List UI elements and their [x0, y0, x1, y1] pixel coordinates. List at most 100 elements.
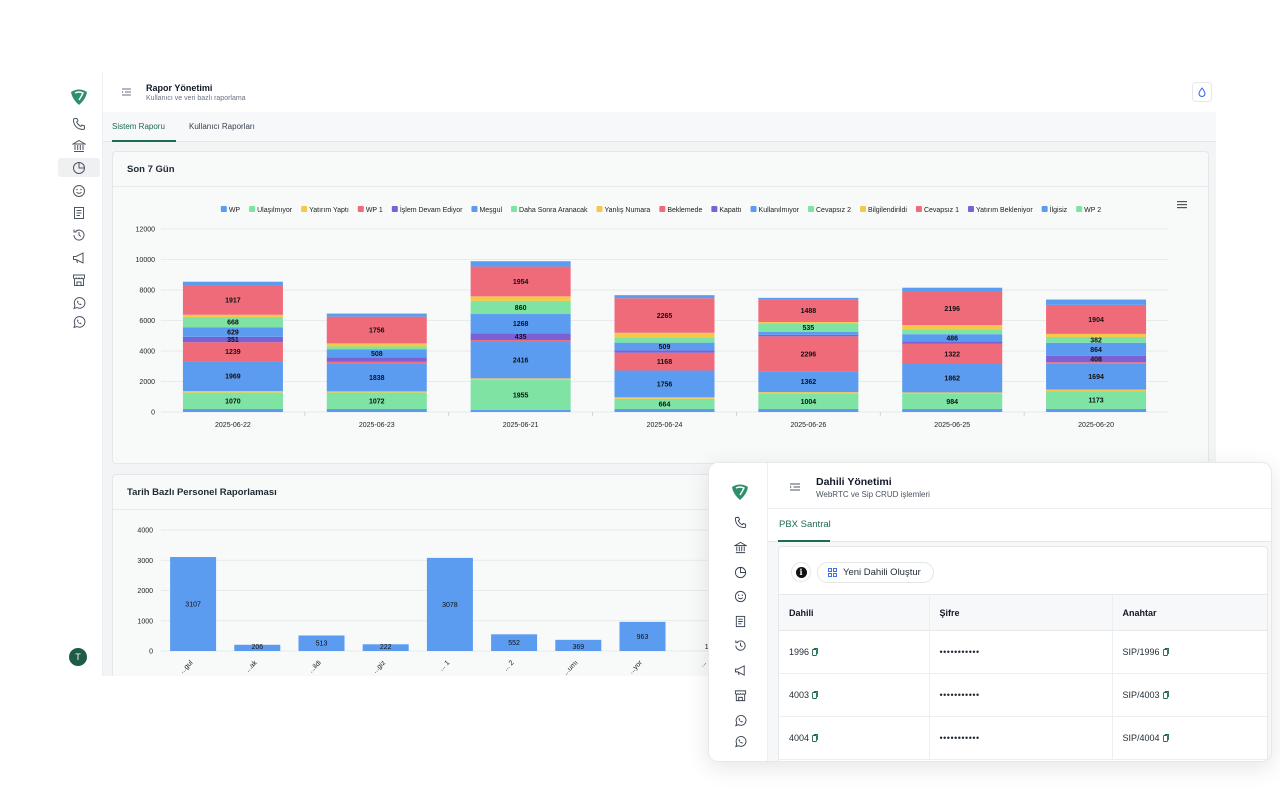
- copy-icon[interactable]: [812, 648, 818, 656]
- copy-icon[interactable]: [1162, 648, 1169, 656]
- bar-stack-2025-06-21[interactable]: 1955 2416 435 1268 860 1954: [470, 261, 571, 412]
- megaphone-icon[interactable]: [734, 664, 747, 677]
- bar-segment[interactable]: [902, 287, 1003, 292]
- table-row[interactable]: 4004 ••••••••••• SIP/4004: [779, 716, 1267, 760]
- whatsapp-icon[interactable]: [734, 735, 747, 748]
- bar-segment[interactable]: [326, 313, 427, 317]
- tab-pbx-santral[interactable]: PBX Santral: [779, 519, 831, 530]
- logo-icon[interactable]: [730, 483, 750, 501]
- copy-icon[interactable]: [812, 691, 818, 699]
- legend-item[interactable]: Ulaşılmıyor: [249, 206, 293, 214]
- bar-segment[interactable]: [326, 361, 427, 364]
- bar[interactable]: 3078: [426, 557, 473, 651]
- legend-item[interactable]: Cevapsız 2: [808, 206, 851, 214]
- table-row[interactable]: 1996 ••••••••••• SIP/1996: [779, 630, 1267, 674]
- bar[interactable]: 222: [362, 644, 409, 651]
- legend-item[interactable]: Yanlış Numara: [596, 206, 651, 214]
- legend-item[interactable]: Kapattı: [711, 206, 742, 214]
- copy-icon[interactable]: [1162, 691, 1169, 699]
- bar-segment[interactable]: [1046, 408, 1147, 412]
- whatsapp-icon[interactable]: [734, 714, 747, 727]
- bar-segment[interactable]: [614, 397, 715, 399]
- bar-segment[interactable]: [614, 337, 715, 343]
- bar-stack-2025-06-26[interactable]: 1004 1362 2296 535 1488: [758, 297, 859, 412]
- bar-segment[interactable]: [902, 329, 1003, 335]
- history-icon[interactable]: [72, 228, 86, 242]
- bar-stack-2025-06-25[interactable]: 984 1862 1322 486 2196: [902, 287, 1003, 412]
- bar-segment[interactable]: [614, 408, 715, 412]
- avatar[interactable]: T: [69, 648, 87, 666]
- bar-segment[interactable]: [902, 325, 1003, 330]
- table-row[interactable]: 4003 ••••••••••• SIP/4003: [779, 673, 1267, 717]
- bar-stack-2025-06-20[interactable]: 1173 1694 408 864 382 1904: [1046, 299, 1147, 412]
- pie-chart-icon[interactable]: [734, 566, 747, 579]
- bar[interactable]: 552: [491, 634, 538, 651]
- document-icon[interactable]: [734, 615, 747, 628]
- bar-segment[interactable]: [326, 408, 427, 412]
- bar-segment[interactable]: [326, 357, 427, 362]
- bar[interactable]: 963: [619, 621, 666, 651]
- tab-kullanici-raporlari[interactable]: Kullanıcı Raporları: [189, 122, 255, 131]
- legend-item[interactable]: Beklemede: [659, 206, 702, 214]
- bar-segment[interactable]: [902, 392, 1003, 394]
- new-extension-button[interactable]: Yeni Dahili Oluştur: [817, 562, 934, 583]
- bar-segment[interactable]: [758, 408, 859, 412]
- bar-segment[interactable]: [470, 409, 571, 412]
- bar-segment[interactable]: [326, 391, 427, 393]
- bank-icon[interactable]: [734, 541, 747, 554]
- column-header-dahili[interactable]: Dahili: [779, 594, 929, 631]
- bar-stack-2025-06-23[interactable]: 1072 1838 508 1756: [326, 313, 427, 412]
- bar-segment[interactable]: [758, 331, 859, 335]
- menu-toggle-icon[interactable]: [790, 483, 800, 491]
- bar[interactable]: 206: [234, 644, 281, 651]
- bar-stack-2025-06-24[interactable]: 664 1756 1168 509 2265: [614, 295, 715, 412]
- copy-icon[interactable]: [812, 734, 818, 742]
- bar-segment[interactable]: [1046, 333, 1147, 337]
- megaphone-icon[interactable]: [72, 251, 86, 265]
- phone-icon[interactable]: [72, 117, 86, 131]
- bar-segment[interactable]: [1046, 389, 1147, 392]
- bar-segment[interactable]: [758, 392, 859, 394]
- legend-item[interactable]: Cevapsız 1: [915, 206, 959, 214]
- whatsapp-icon[interactable]: [72, 315, 86, 329]
- legend-item[interactable]: Yatırım Yaptı: [301, 206, 349, 214]
- legend-item[interactable]: WP: [220, 206, 241, 214]
- bar-segment[interactable]: [470, 378, 571, 380]
- bar-segment[interactable]: [182, 314, 283, 318]
- bar-segment[interactable]: [758, 322, 859, 324]
- smile-icon[interactable]: [734, 590, 747, 603]
- legend-item[interactable]: Meşgul: [471, 206, 502, 214]
- legend-item[interactable]: WP 1: [357, 206, 383, 214]
- tab-sistem-raporu[interactable]: Sistem Raporu: [112, 122, 165, 131]
- column-header-anahtar[interactable]: Anahtar: [1111, 594, 1267, 631]
- bar[interactable]: 3107: [170, 557, 217, 651]
- menu-toggle-icon[interactable]: [122, 88, 131, 96]
- whatsapp-icon[interactable]: [72, 296, 86, 310]
- store-icon[interactable]: [72, 273, 86, 287]
- store-icon[interactable]: [734, 689, 747, 702]
- legend-item[interactable]: İlgisiz: [1041, 205, 1068, 214]
- logo-icon[interactable]: [69, 88, 89, 106]
- legend-item[interactable]: WP 2: [1076, 206, 1101, 214]
- info-button[interactable]: i: [791, 562, 811, 582]
- bar-segment[interactable]: [470, 296, 571, 301]
- legend-item[interactable]: Bilgilendirildi: [860, 206, 907, 214]
- bar-segment[interactable]: [758, 297, 859, 300]
- bar-segment[interactable]: [182, 408, 283, 412]
- legend-item[interactable]: Kullanılmıyor: [750, 206, 800, 214]
- copy-icon[interactable]: [1162, 734, 1169, 742]
- legend-item[interactable]: Daha Sonra Aranacak: [511, 206, 588, 214]
- bar-stack-2025-06-22[interactable]: 1070 1969 1239 351629 668 1917: [182, 281, 283, 412]
- bar-segment[interactable]: [614, 332, 715, 338]
- chart-menu-icon[interactable]: [1177, 201, 1187, 209]
- bar-segment[interactable]: [614, 295, 715, 299]
- smile-icon[interactable]: [72, 184, 86, 198]
- bar-segment[interactable]: [326, 346, 427, 350]
- pie-chart-icon[interactable]: [72, 161, 86, 175]
- bar-segment[interactable]: [902, 408, 1003, 412]
- bar[interactable]: 369: [555, 639, 602, 651]
- phone-icon[interactable]: [734, 516, 747, 529]
- bar-segment[interactable]: [470, 261, 571, 267]
- bar-segment[interactable]: [182, 391, 283, 393]
- legend-item[interactable]: İşlem Devam Ediyor: [391, 205, 463, 214]
